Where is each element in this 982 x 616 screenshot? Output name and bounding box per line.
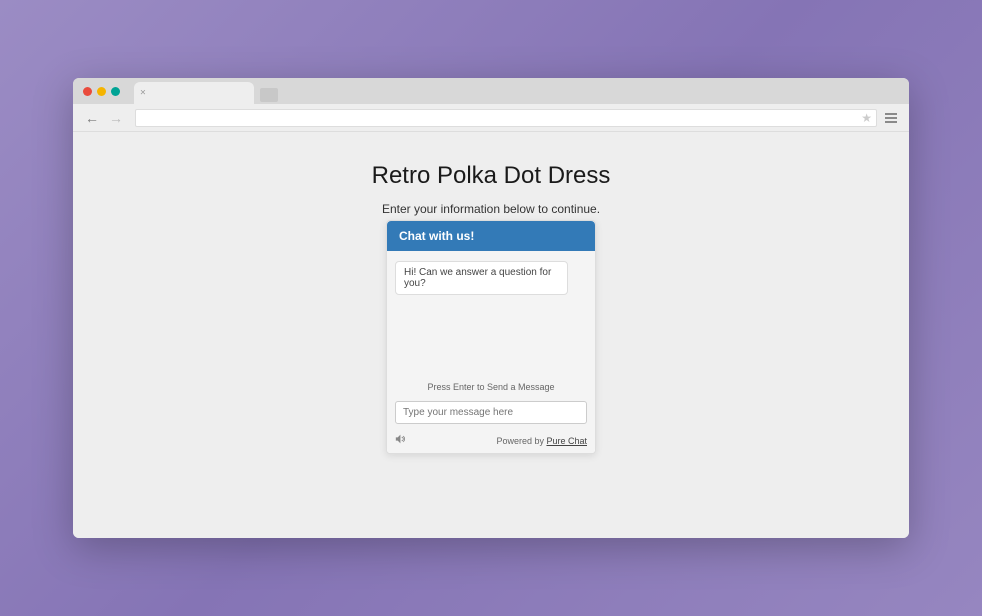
- chat-footer: Powered by Pure Chat: [387, 430, 595, 453]
- back-button[interactable]: ←: [83, 110, 101, 126]
- hamburger-menu-icon[interactable]: [883, 111, 899, 125]
- page-title: Retro Polka Dot Dress: [372, 162, 611, 190]
- browser-tab[interactable]: ×: [134, 82, 254, 104]
- browser-toolbar: ← → ★: [73, 104, 909, 132]
- powered-by: Powered by Pure Chat: [496, 436, 587, 446]
- page-subtitle: Enter your information below to continue…: [382, 202, 600, 216]
- bookmark-star-icon[interactable]: ★: [861, 111, 872, 125]
- sound-icon[interactable]: [395, 434, 405, 447]
- window-controls: [83, 87, 120, 96]
- browser-tab-bar: ×: [73, 78, 909, 104]
- chat-hint: Press Enter to Send a Message: [395, 382, 587, 392]
- page-content: Retro Polka Dot Dress Enter your informa…: [73, 132, 909, 538]
- chat-header[interactable]: Chat with us!: [387, 221, 595, 251]
- powered-by-prefix: Powered by: [496, 436, 546, 446]
- chat-input-container: [387, 401, 595, 430]
- powered-by-link[interactable]: Pure Chat: [546, 436, 587, 446]
- minimize-window-button[interactable]: [97, 87, 106, 96]
- chat-widget: Chat with us! Hi! Can we answer a questi…: [386, 220, 596, 454]
- chat-input[interactable]: [395, 401, 587, 424]
- tab-close-icon[interactable]: ×: [140, 88, 146, 99]
- browser-window: × ← → ★ Retro Polka Dot Dress Enter your…: [73, 78, 909, 538]
- close-window-button[interactable]: [83, 87, 92, 96]
- forward-button[interactable]: →: [107, 110, 125, 126]
- chat-message: Hi! Can we answer a question for you?: [395, 261, 568, 295]
- maximize-window-button[interactable]: [111, 87, 120, 96]
- url-bar[interactable]: ★: [135, 109, 877, 127]
- new-tab-button[interactable]: [260, 88, 278, 102]
- tabs-container: ×: [134, 78, 278, 104]
- chat-body: Hi! Can we answer a question for you? Pr…: [387, 251, 595, 401]
